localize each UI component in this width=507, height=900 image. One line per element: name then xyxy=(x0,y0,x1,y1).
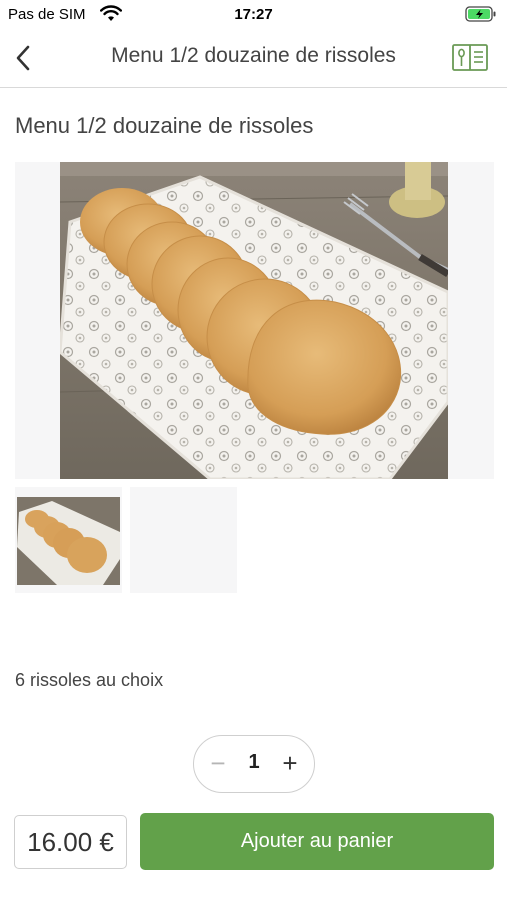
menu-book-icon[interactable] xyxy=(451,42,489,74)
product-description: 6 rissoles au choix xyxy=(15,670,164,690)
battery-charging-icon xyxy=(465,6,496,22)
price-display: 16.00 € xyxy=(14,815,127,869)
status-bar: Pas de SIM 17:27 xyxy=(0,0,507,30)
back-button[interactable] xyxy=(8,40,38,76)
clock: 17:27 xyxy=(234,6,273,23)
thumbnail-2[interactable] xyxy=(130,487,237,593)
nav-bar: Menu 1/2 douzaine de rissoles xyxy=(0,30,507,88)
quantity-stepper: − 1 + xyxy=(193,735,315,793)
decrement-button[interactable]: − xyxy=(200,746,236,782)
increment-button[interactable]: + xyxy=(272,746,308,782)
nav-title: Menu 1/2 douzaine de rissoles xyxy=(111,44,396,67)
quantity-value: 1 xyxy=(248,751,260,773)
thumbnail-1[interactable] xyxy=(15,487,122,593)
thumbnail-image xyxy=(17,497,120,585)
add-to-cart-button[interactable]: Ajouter au panier xyxy=(140,813,494,870)
chevron-left-icon xyxy=(16,45,30,71)
product-image[interactable] xyxy=(60,162,448,479)
product-image-container xyxy=(15,162,494,479)
product-title: Menu 1/2 douzaine de rissoles xyxy=(15,113,314,138)
